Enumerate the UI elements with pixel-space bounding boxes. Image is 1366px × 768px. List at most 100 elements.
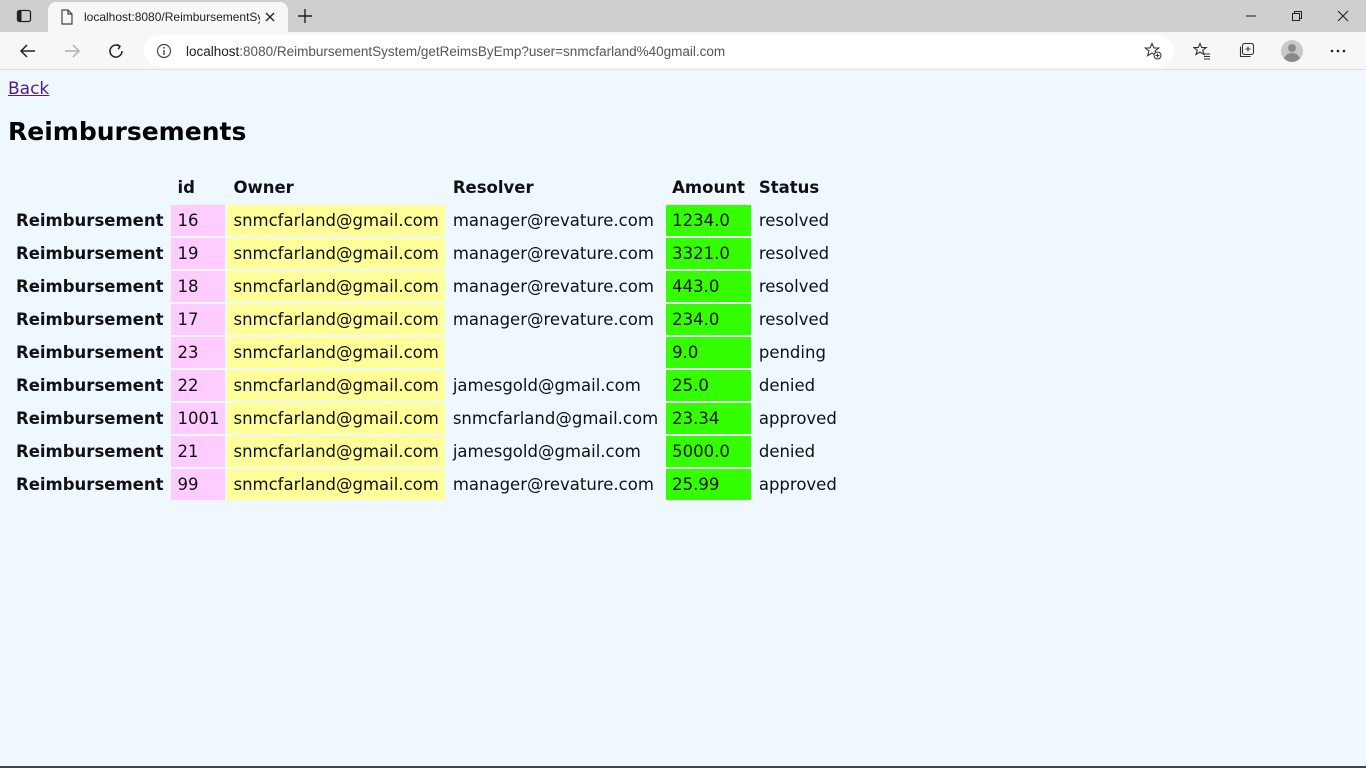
row-label: Reimbursement xyxy=(16,277,164,296)
table-row: Reimbursement 19 snmcfarland@gmail.com m… xyxy=(10,238,843,269)
collections-button[interactable] xyxy=(1231,36,1261,66)
cell-id: 21 xyxy=(171,436,226,467)
row-label: Reimbursement xyxy=(16,310,164,329)
cell-resolver: manager@revature.com xyxy=(452,244,654,263)
cell-owner: snmcfarland@gmail.com xyxy=(227,436,445,467)
cell-amount: 1234.0 xyxy=(666,205,751,236)
row-label: Reimbursement xyxy=(16,442,164,461)
cell-amount: 9.0 xyxy=(666,337,751,368)
cell-resolver: manager@revature.com xyxy=(452,475,654,494)
minimize-button[interactable] xyxy=(1228,0,1274,32)
page-title: Reimbursements xyxy=(8,117,247,146)
cell-amount: 25.99 xyxy=(666,469,751,500)
forward-button[interactable] xyxy=(57,36,87,66)
table-row: Reimbursement 99 snmcfarland@gmail.com m… xyxy=(10,469,843,500)
cell-resolver: manager@revature.com xyxy=(452,211,654,230)
cell-amount: 5000.0 xyxy=(666,436,751,467)
cell-owner: snmcfarland@gmail.com xyxy=(227,469,445,500)
cell-id: 17 xyxy=(171,304,226,335)
cell-owner: snmcfarland@gmail.com xyxy=(227,337,445,368)
url-host: localhost xyxy=(186,43,240,59)
url-text[interactable]: localhost:8080/ReimbursementSystem/getRe… xyxy=(186,44,1144,59)
cell-id: 23 xyxy=(171,337,226,368)
cell-resolver: snmcfarland@gmail.com xyxy=(452,409,659,428)
cell-owner: snmcfarland@gmail.com xyxy=(227,370,445,401)
cell-amount: 25.0 xyxy=(666,370,751,401)
cell-owner: snmcfarland@gmail.com xyxy=(227,205,445,236)
page-icon xyxy=(61,9,73,25)
profile-button[interactable] xyxy=(1277,36,1307,66)
header-label xyxy=(10,172,169,203)
more-icon xyxy=(1330,49,1346,53)
restore-icon xyxy=(1292,11,1302,21)
cell-resolver: jamesgold@gmail.com xyxy=(452,442,641,461)
plus-icon xyxy=(298,9,312,23)
collections-icon xyxy=(1239,42,1255,58)
cell-amount: 23.34 xyxy=(666,403,751,434)
star-plus-icon[interactable] xyxy=(1144,42,1162,60)
cell-id: 22 xyxy=(171,370,226,401)
table-row: Reimbursement 23 snmcfarland@gmail.com 9… xyxy=(10,337,843,368)
browser-tab[interactable]: localhost:8080/ReimbursementSy xyxy=(48,2,288,32)
restore-button[interactable] xyxy=(1274,0,1320,32)
refresh-button[interactable] xyxy=(101,36,131,66)
header-status: Status xyxy=(758,178,820,197)
tab-actions-icon xyxy=(16,9,32,23)
table-row: Reimbursement 18 snmcfarland@gmail.com m… xyxy=(10,271,843,302)
info-icon[interactable] xyxy=(156,43,172,59)
cell-amount: 234.0 xyxy=(666,304,751,335)
cell-status: approved xyxy=(758,409,837,428)
cell-owner: snmcfarland@gmail.com xyxy=(227,238,445,269)
cell-status: resolved xyxy=(758,244,830,263)
cell-id: 19 xyxy=(171,238,226,269)
address-bar[interactable]: localhost:8080/ReimbursementSystem/getRe… xyxy=(144,35,1174,67)
cell-status: approved xyxy=(758,475,837,494)
cell-status: resolved xyxy=(758,277,830,296)
cell-resolver: manager@revature.com xyxy=(452,277,654,296)
cell-resolver xyxy=(447,337,664,368)
header-amount: Amount xyxy=(672,178,745,197)
row-label: Reimbursement xyxy=(16,244,164,263)
cell-owner: snmcfarland@gmail.com xyxy=(227,271,445,302)
cell-id: 99 xyxy=(171,469,226,500)
favorites-button[interactable] xyxy=(1187,36,1217,66)
settings-menu-button[interactable] xyxy=(1323,36,1353,66)
header-id: id xyxy=(177,178,195,197)
tab-strip: localhost:8080/ReimbursementSy xyxy=(0,0,1366,32)
cell-status: denied xyxy=(758,442,816,461)
cell-status: resolved xyxy=(758,310,830,329)
row-label: Reimbursement xyxy=(16,409,164,428)
tab-close-button[interactable] xyxy=(260,7,280,27)
row-label: Reimbursement xyxy=(16,376,164,395)
close-icon xyxy=(265,12,275,22)
arrow-right-icon xyxy=(65,44,81,58)
page-content: Back Reimbursements id Owner Resolver Am… xyxy=(0,71,1366,768)
header-resolver: Resolver xyxy=(452,178,534,197)
row-label: Reimbursement xyxy=(16,475,164,494)
new-tab-button[interactable] xyxy=(294,5,316,27)
back-button[interactable] xyxy=(13,36,43,66)
window-controls xyxy=(1228,0,1366,32)
table-header-row: id Owner Resolver Amount Status xyxy=(10,172,843,203)
refresh-icon xyxy=(109,43,123,58)
row-label: Reimbursement xyxy=(16,343,164,362)
cell-amount: 3321.0 xyxy=(666,238,751,269)
cell-resolver: manager@revature.com xyxy=(452,310,654,329)
avatar xyxy=(1281,40,1303,62)
cell-status: denied xyxy=(758,376,816,395)
tab-actions-button[interactable] xyxy=(8,5,40,27)
cell-status: resolved xyxy=(758,211,830,230)
browser-toolbar: localhost:8080/ReimbursementSystem/getRe… xyxy=(0,32,1366,70)
window-close-icon xyxy=(1337,10,1349,22)
cell-owner: snmcfarland@gmail.com xyxy=(227,304,445,335)
cell-owner: snmcfarland@gmail.com xyxy=(227,403,445,434)
row-label: Reimbursement xyxy=(16,211,164,230)
window-close-button[interactable] xyxy=(1320,0,1366,32)
table-row: Reimbursement 21 snmcfarland@gmail.com j… xyxy=(10,436,843,467)
tab-title: localhost:8080/ReimbursementSy xyxy=(84,10,260,24)
url-path: :8080/ReimbursementSystem/getReimsByEmp?… xyxy=(239,43,726,59)
header-owner: Owner xyxy=(233,178,294,197)
arrow-left-icon xyxy=(19,44,35,58)
back-link[interactable]: Back xyxy=(8,79,49,99)
table-row: Reimbursement 16 snmcfarland@gmail.com m… xyxy=(10,205,843,236)
